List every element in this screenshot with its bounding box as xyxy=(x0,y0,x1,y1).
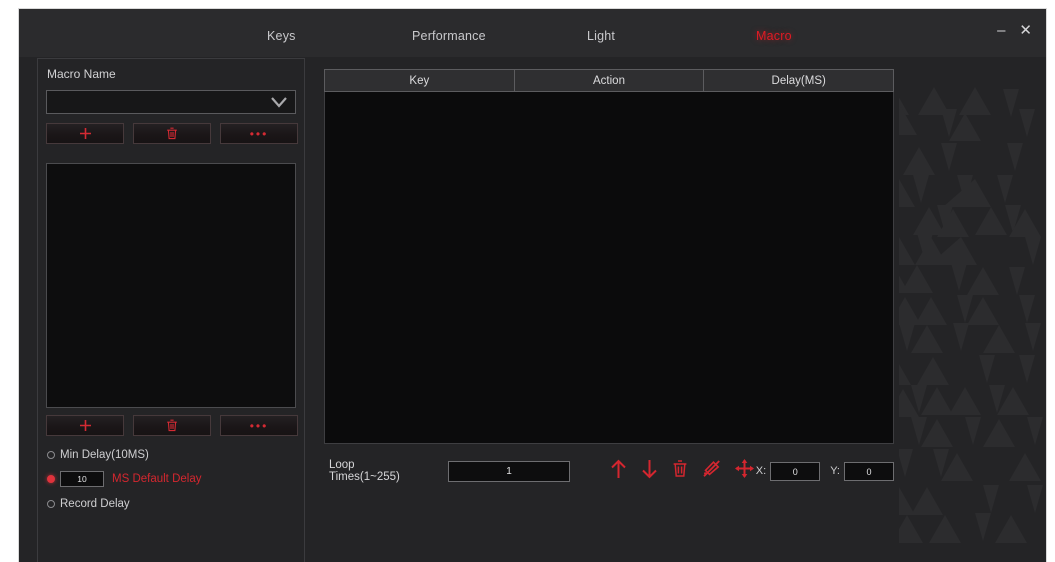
loop-times-input[interactable]: 1 xyxy=(448,460,570,482)
tab-performance[interactable]: Performance xyxy=(412,29,486,43)
trash-icon xyxy=(167,127,177,140)
default-delay-radio[interactable] xyxy=(47,475,55,483)
mouse-disabled-icon[interactable] xyxy=(702,459,721,483)
plus-icon xyxy=(79,128,91,139)
tab-keys[interactable]: Keys xyxy=(267,29,296,43)
move-down-icon[interactable] xyxy=(641,459,658,484)
delete-entry-button[interactable] xyxy=(133,415,211,436)
macro-main-panel: Key Action Delay(MS) Loop Times(1~255) 1 xyxy=(319,58,899,562)
move-position-icon[interactable] xyxy=(734,459,754,483)
window-controls: – ✕ xyxy=(997,23,1032,38)
min-delay-radio[interactable] xyxy=(47,451,55,459)
macro-name-dropdown[interactable] xyxy=(46,90,296,114)
move-up-icon[interactable] xyxy=(610,459,627,484)
macro-top-button-row: ••• xyxy=(46,123,298,144)
macro-bottom-toolbar: Loop Times(1~255) 1 X: 0 Y: 0 xyxy=(324,450,894,492)
record-delay-label: Record Delay xyxy=(60,498,130,510)
macro-left-panel: Macro Name ••• ••• Min Delay(10MS) 10 MS… xyxy=(37,58,305,562)
macro-table-body[interactable] xyxy=(324,92,894,444)
triangle-pattern-decoration xyxy=(879,57,1046,562)
y-coordinate-input[interactable]: 0 xyxy=(844,461,894,481)
default-delay-label: MS Default Delay xyxy=(112,473,202,485)
close-icon[interactable]: ✕ xyxy=(1019,23,1032,38)
x-coordinate-input[interactable]: 0 xyxy=(770,461,821,481)
title-bar: Keys Performance Light Macro – ✕ xyxy=(19,9,1046,57)
column-header-delay[interactable]: Delay(MS) xyxy=(704,70,893,91)
chevron-down-icon xyxy=(270,95,288,109)
record-delay-radio[interactable] xyxy=(47,500,55,508)
ellipsis-icon: ••• xyxy=(249,126,269,141)
more-entry-button[interactable]: ••• xyxy=(220,415,298,436)
macro-name-label: Macro Name xyxy=(47,67,116,81)
loop-times-label: Loop Times(1~255) xyxy=(329,459,400,483)
more-macro-button[interactable]: ••• xyxy=(220,123,298,144)
macro-table-header: Key Action Delay(MS) xyxy=(324,69,894,92)
application-window: Keys Performance Light Macro – ✕ Macro N… xyxy=(18,8,1047,562)
add-macro-button[interactable] xyxy=(46,123,124,144)
ellipsis-icon: ••• xyxy=(249,418,269,433)
x-coordinate-label: X: xyxy=(755,465,767,477)
column-header-key[interactable]: Key xyxy=(325,70,515,91)
min-delay-label: Min Delay(10MS) xyxy=(60,449,149,461)
toolbar-icon-group xyxy=(610,459,754,484)
default-delay-input[interactable]: 10 xyxy=(60,471,104,487)
column-header-action[interactable]: Action xyxy=(515,70,705,91)
tab-macro[interactable]: Macro xyxy=(756,29,792,43)
delete-macro-button[interactable] xyxy=(133,123,211,144)
tab-light[interactable]: Light xyxy=(587,29,615,43)
default-delay-option[interactable]: 10 MS Default Delay xyxy=(47,471,201,487)
record-delay-option[interactable]: Record Delay xyxy=(47,496,130,512)
add-entry-button[interactable] xyxy=(46,415,124,436)
macro-list-box[interactable] xyxy=(46,163,296,408)
minimize-icon[interactable]: – xyxy=(997,23,1005,38)
y-coordinate-label: Y: xyxy=(830,465,840,477)
coordinate-group: X: 0 Y: 0 xyxy=(755,461,894,481)
macro-bottom-button-row: ••• xyxy=(46,415,298,436)
plus-icon xyxy=(79,420,91,431)
trash-icon xyxy=(167,419,177,432)
delete-row-icon[interactable] xyxy=(672,459,688,483)
min-delay-option[interactable]: Min Delay(10MS) xyxy=(47,447,149,463)
